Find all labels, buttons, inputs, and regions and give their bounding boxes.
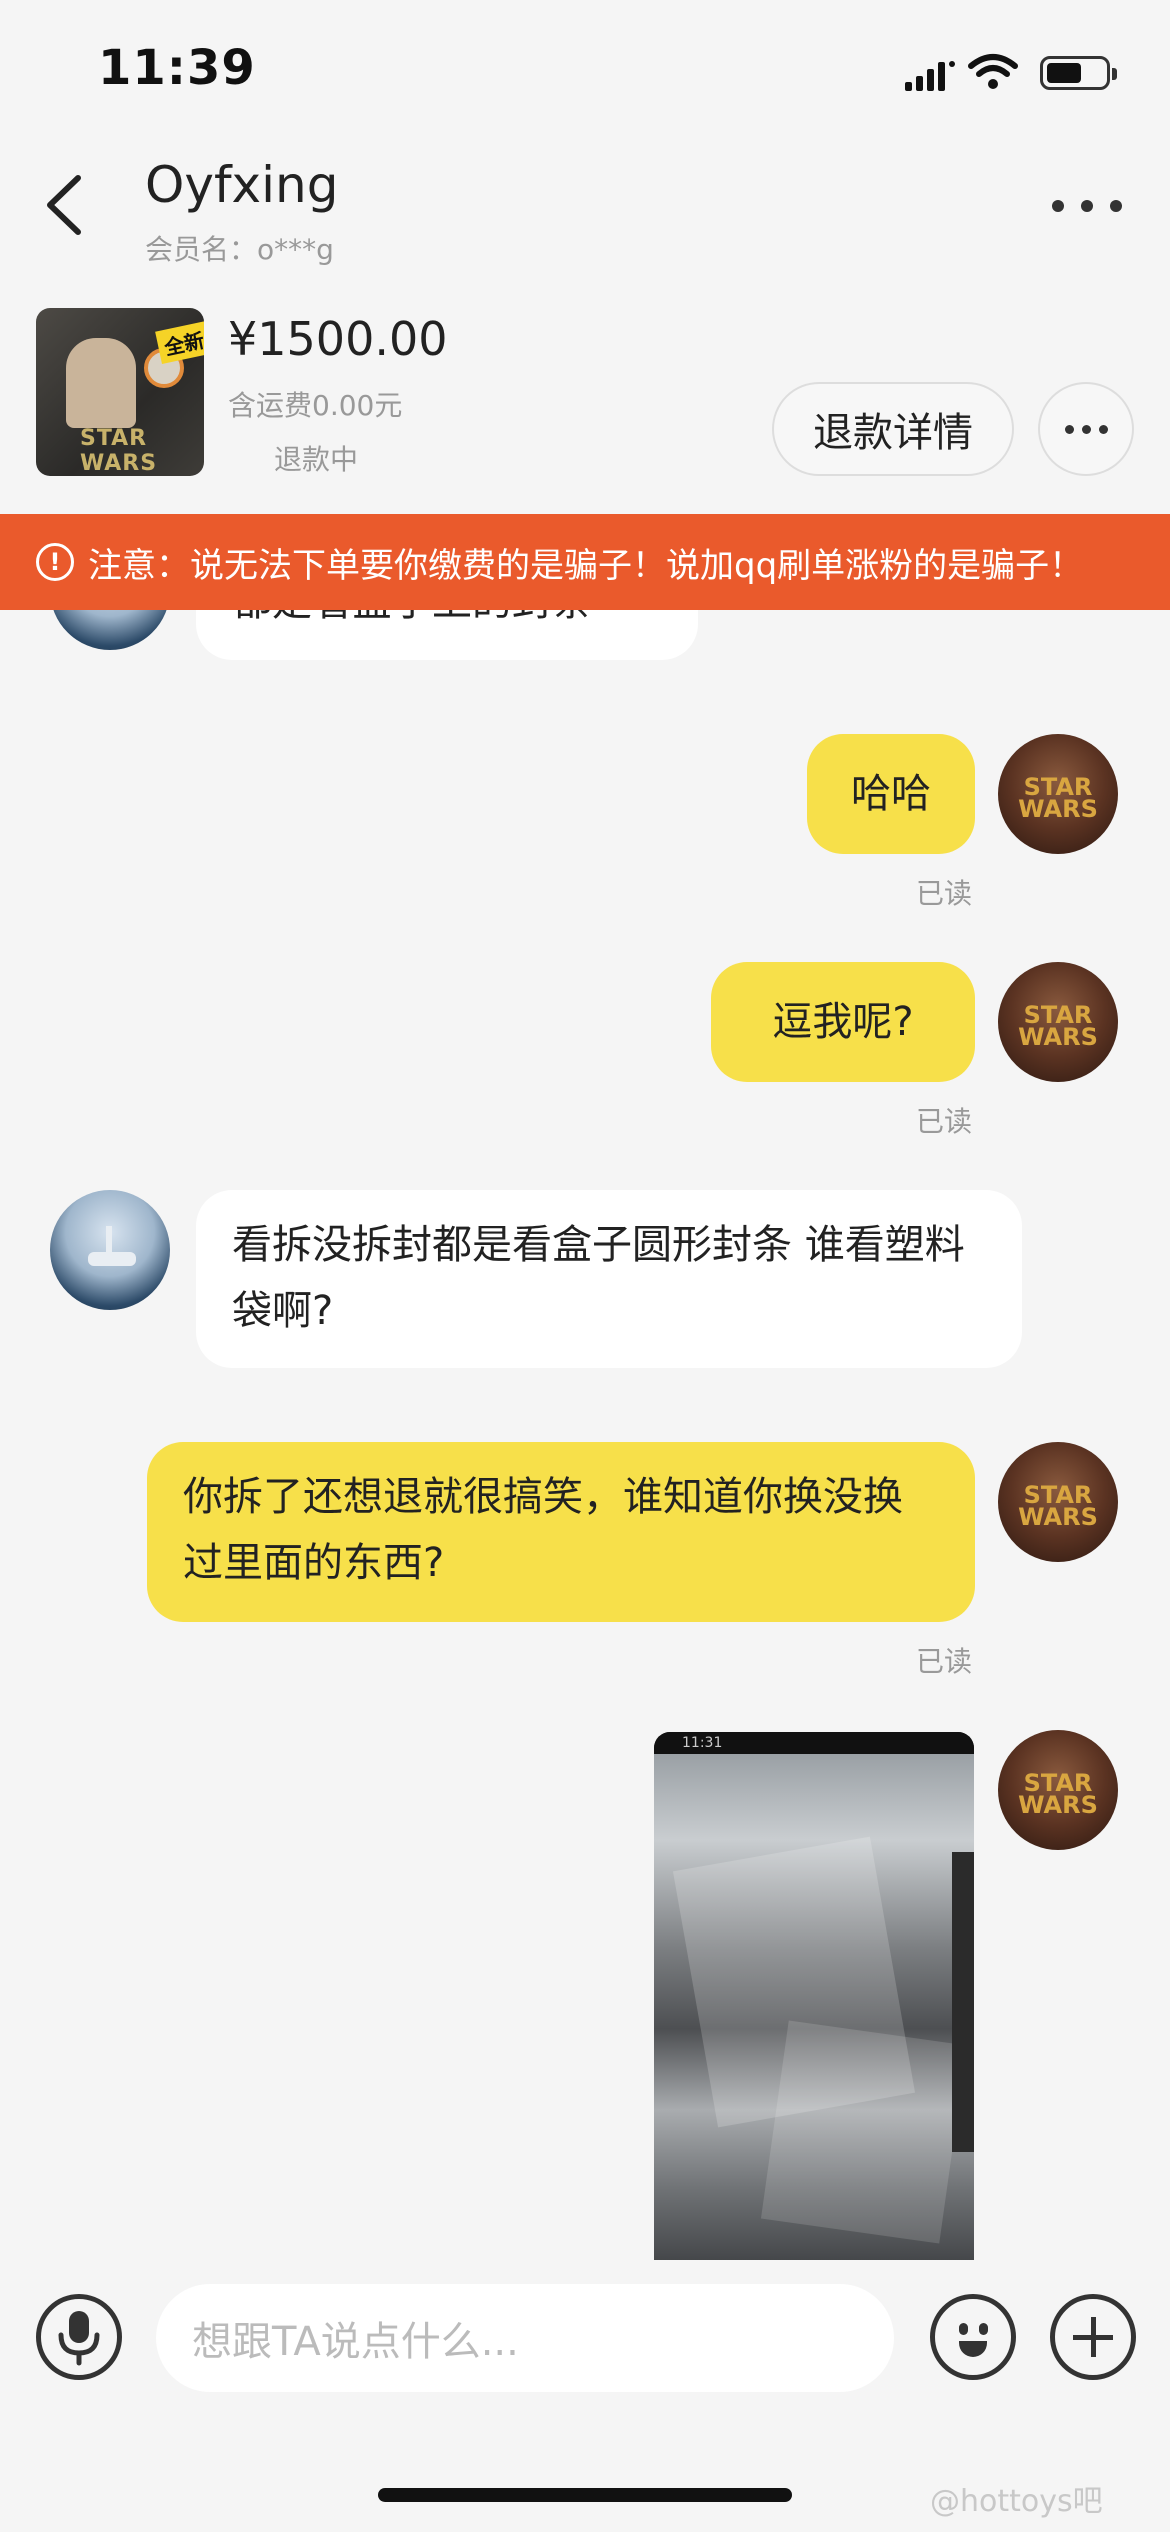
- photo-status-time: 11:31: [654, 1732, 974, 1754]
- more-icon: [1064, 424, 1074, 434]
- message-bubble[interactable]: 逗我呢?: [711, 962, 975, 1082]
- back-arrow-icon[interactable]: [40, 170, 90, 240]
- chat-messages[interactable]: 都是看盒子上的封条 STAR WARS 哈哈 已读 STAR WARS 逗我呢?…: [0, 560, 1170, 2260]
- message-bubble[interactable]: 你拆了还想退就很搞笑，谁知道你换没换过里面的东西?: [147, 1442, 975, 1622]
- wifi-icon: [968, 54, 1018, 89]
- fraud-warning-banner: ! 注意：说无法下单要你缴费的是骗子！说加qq刷单涨粉的是骗子！: [0, 514, 1170, 610]
- message-bubble[interactable]: 看拆没拆封都是看盒子圆形封条 谁看塑料袋啊?: [196, 1190, 1022, 1368]
- thumb-tag: 全新: [155, 320, 204, 365]
- emoji-icon[interactable]: [930, 2294, 1016, 2380]
- avatar-other[interactable]: [50, 1190, 170, 1310]
- status-bar: 11:39: [0, 0, 1170, 140]
- avatar-me[interactable]: STAR WARS: [998, 734, 1118, 854]
- product-thumbnail[interactable]: 全新 STAR WARS: [36, 308, 204, 476]
- product-price: ¥1500.00: [228, 312, 448, 366]
- image-message[interactable]: 11:31: [654, 1732, 974, 2260]
- battery-icon: [1040, 56, 1117, 90]
- status-time: 11:39: [98, 40, 256, 96]
- order-status: 退款中: [274, 443, 359, 476]
- chat-title[interactable]: Oyfxing: [145, 156, 338, 214]
- home-indicator[interactable]: [378, 2488, 792, 2502]
- avatar-me-logo: STAR WARS: [1018, 1001, 1098, 1051]
- message-bubble[interactable]: 哈哈: [807, 734, 975, 854]
- avatar-me[interactable]: STAR WARS: [998, 962, 1118, 1082]
- read-receipt: 已读: [916, 1645, 973, 1678]
- microphone-icon[interactable]: [36, 2294, 122, 2380]
- avatar-me-logo: STAR WARS: [1018, 773, 1098, 823]
- read-receipt: 已读: [916, 1105, 973, 1138]
- refund-details-button[interactable]: 退款详情: [772, 382, 1014, 476]
- thumb-logo: STAR WARS: [80, 426, 158, 476]
- signal-icon: [905, 61, 955, 91]
- message-input[interactable]: 想跟TA说点什么...: [156, 2284, 894, 2392]
- avatar-me[interactable]: STAR WARS: [998, 1730, 1118, 1850]
- read-receipt: 已读: [916, 877, 973, 910]
- warning-icon: !: [36, 543, 74, 581]
- watermark: @hottoys吧: [930, 2484, 1103, 2519]
- warning-text: 注意：说无法下单要你缴费的是骗子！说加qq刷单涨粉的是骗子！: [88, 545, 1084, 586]
- shipping-fee: 含运费0.00元: [228, 389, 403, 422]
- order-more-button[interactable]: [1038, 382, 1134, 476]
- more-icon[interactable]: [1052, 188, 1122, 224]
- plus-icon[interactable]: [1050, 2294, 1136, 2380]
- member-name: 会员名：o***g: [145, 233, 334, 266]
- avatar-me-logo: STAR WARS: [1018, 1481, 1098, 1531]
- avatar-me-logo: STAR WARS: [1018, 1769, 1098, 1819]
- avatar-me[interactable]: STAR WARS: [998, 1442, 1118, 1562]
